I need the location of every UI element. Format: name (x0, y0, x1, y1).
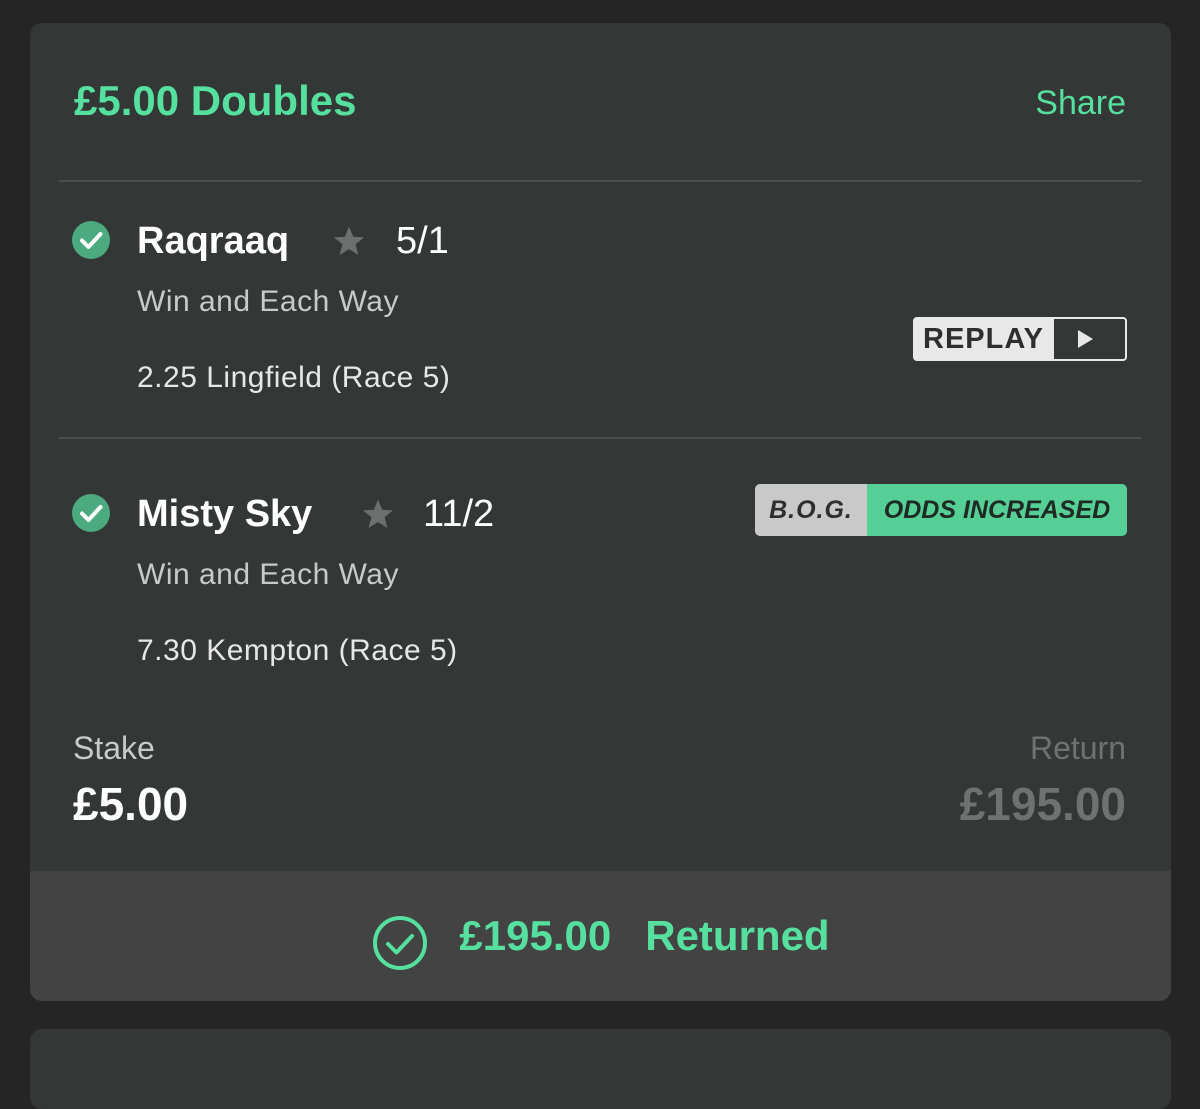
replay-button[interactable]: REPLAY (913, 317, 1127, 361)
stake-label: Stake (73, 730, 155, 766)
odds-increased-label: ODDS INCREASED (867, 484, 1127, 536)
returned-bar: £195.00 Returned (30, 871, 1171, 1001)
divider (59, 437, 1142, 439)
bet-title: £5.00 Doubles (74, 77, 357, 124)
return-value: £195.00 (959, 778, 1126, 830)
stake-value: £5.00 (73, 778, 189, 830)
check-icon (72, 221, 110, 259)
star-icon[interactable] (331, 223, 367, 259)
next-bet-card (30, 1029, 1171, 1109)
check-circle-outline-icon (373, 916, 428, 970)
race-info: 7.30 Kempton (Race 5) (137, 634, 458, 667)
check-icon (72, 494, 110, 532)
odds: 11/2 (423, 493, 495, 535)
bog-badge: B.O.G. ODDS INCREASED (755, 484, 1127, 536)
share-button[interactable]: Share (1035, 83, 1126, 123)
race-info: 2.25 Lingfield (Race 5) (137, 361, 451, 394)
bog-label: B.O.G. (755, 484, 867, 536)
runner-name: Raqraaq (137, 220, 290, 262)
return-label: Return (1029, 730, 1126, 766)
bet-type: Win and Each Way (137, 558, 399, 591)
bet-type: Win and Each Way (137, 285, 399, 318)
returned-label: Returned (645, 912, 830, 959)
odds: 5/1 (396, 220, 449, 262)
bet-card: £5.00 Doubles Share Raqraaq 5/1 Win and … (30, 23, 1171, 1001)
returned-amount: £195.00 (459, 912, 612, 959)
divider (59, 180, 1142, 182)
star-icon[interactable] (360, 496, 396, 532)
replay-label: REPLAY (915, 319, 1054, 359)
runner-name: Misty Sky (137, 493, 313, 535)
bet-header: £5.00 Doubles Share (30, 23, 1171, 181)
play-icon (1054, 319, 1125, 359)
